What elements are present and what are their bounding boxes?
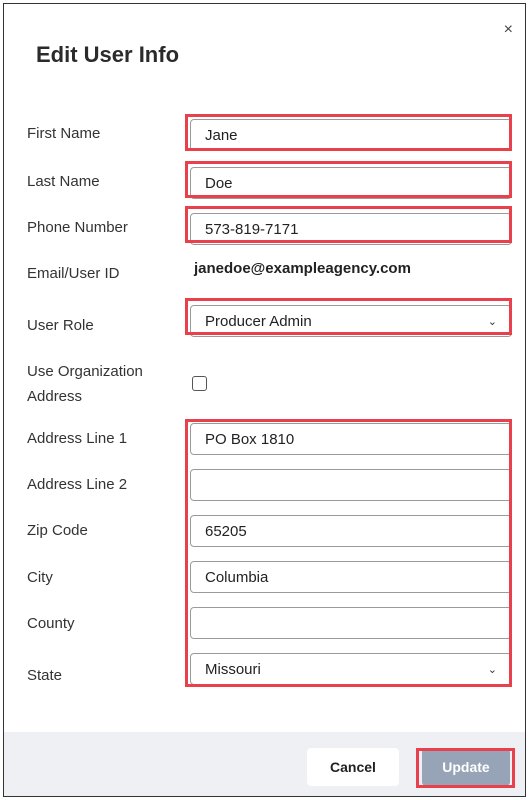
county-label: County [27, 615, 75, 632]
use-org-address-label-line2: Address [27, 388, 83, 405]
edit-user-dialog: × Edit User Info First Name Last Name Ph… [3, 3, 526, 797]
first-name-input[interactable] [190, 119, 512, 151]
address-line1-input[interactable] [190, 423, 512, 455]
state-select[interactable]: Missouri ⌄ [190, 653, 512, 685]
chevron-down-icon: ⌄ [487, 663, 497, 676]
phone-input[interactable] [190, 213, 512, 245]
state-label: State [27, 667, 63, 684]
user-role-label: User Role [27, 317, 94, 334]
zip-code-input[interactable] [190, 515, 512, 547]
last-name-input[interactable] [190, 167, 512, 199]
use-org-address-label-line1: Use Organization [27, 363, 143, 380]
first-name-label: First Name [27, 125, 101, 142]
address-line2-label: Address Line 2 [27, 476, 128, 493]
dialog-title: Edit User Info [36, 42, 180, 67]
update-button[interactable]: Update [422, 748, 510, 786]
email-label: Email/User ID [27, 265, 120, 282]
cancel-button[interactable]: Cancel [307, 748, 399, 786]
address-line2-input[interactable] [190, 469, 512, 501]
chevron-down-icon: ⌄ [487, 315, 497, 328]
phone-label: Phone Number [27, 219, 128, 236]
user-role-select[interactable]: Producer Admin ⌄ [190, 305, 512, 337]
county-input[interactable] [190, 607, 512, 639]
user-role-value: Producer Admin [205, 312, 312, 330]
state-value: Missouri [205, 660, 261, 678]
city-input[interactable] [190, 561, 512, 593]
close-icon[interactable]: × [504, 22, 513, 38]
address-line1-label: Address Line 1 [27, 430, 128, 447]
zip-code-label: Zip Code [27, 522, 88, 539]
use-org-address-checkbox[interactable] [192, 376, 207, 391]
last-name-label: Last Name [27, 173, 100, 190]
city-label: City [27, 569, 53, 586]
email-value: janedoe@exampleagency.com [194, 260, 411, 277]
